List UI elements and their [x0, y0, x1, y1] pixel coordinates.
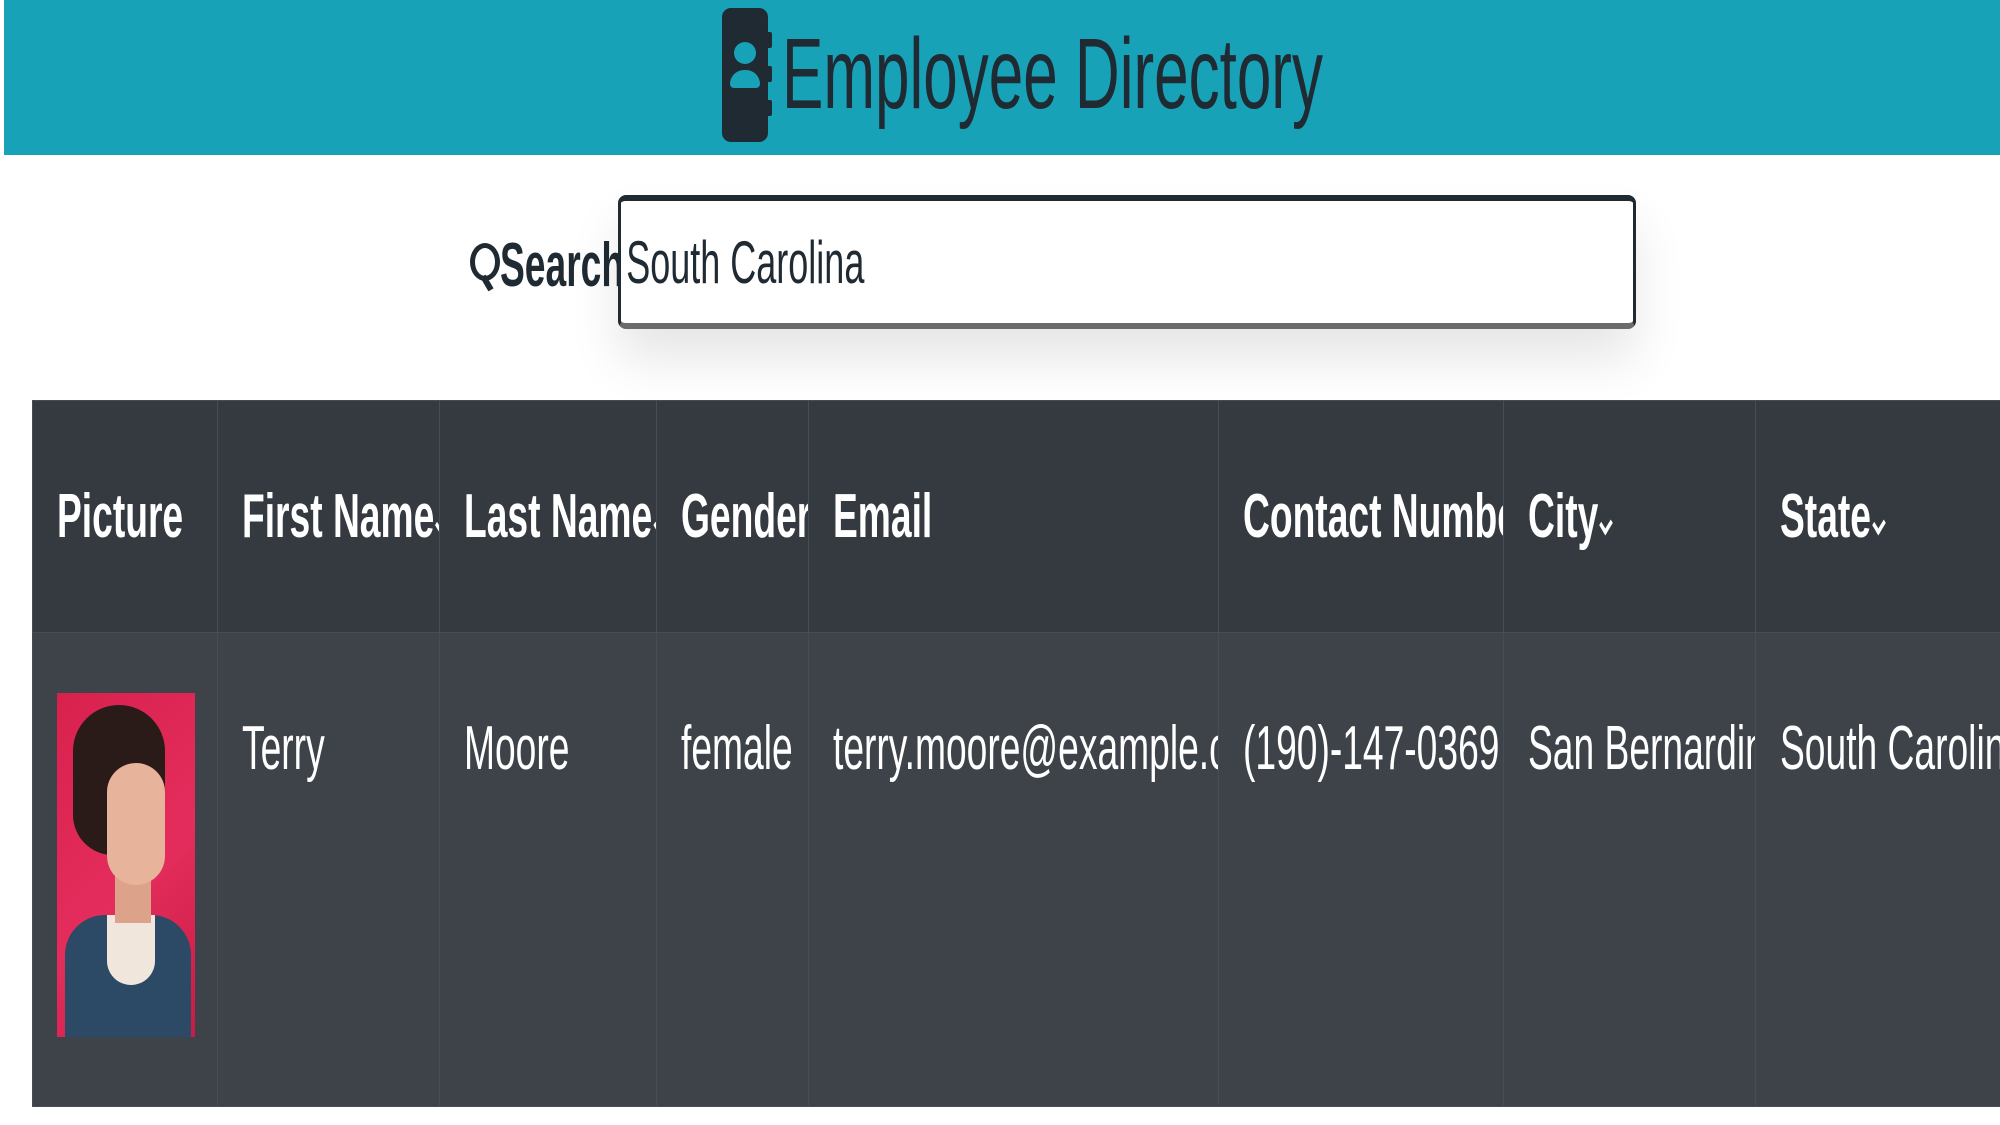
column-header-picture: Picture: [32, 400, 218, 633]
sort-chevron-icon[interactable]: [1872, 513, 1886, 537]
column-header-state[interactable]: State: [1755, 400, 2000, 633]
search-icon: [468, 241, 500, 292]
search-input[interactable]: [625, 226, 1230, 298]
sort-chevron-icon[interactable]: [435, 513, 438, 537]
first-name-cell: Terry: [217, 632, 440, 1107]
city-cell: San Bernardino: [1503, 632, 1756, 1107]
column-header-contact-number: Contact Number: [1218, 400, 1504, 633]
state-cell: South Carolina: [1755, 632, 2000, 1107]
last-name-cell: Moore: [439, 632, 657, 1107]
contact-number-cell: (190)-147-0369: [1218, 632, 1504, 1107]
header-bar: Employee Directory: [4, 0, 2000, 155]
employee-photo: [57, 693, 195, 1037]
column-header-city[interactable]: City: [1503, 400, 1756, 633]
table-header-row: Picture First Name Last Name Gender Emai…: [32, 400, 2000, 633]
page-title-text: Employee Directory: [782, 18, 1323, 130]
search-row: Search:: [468, 190, 636, 340]
gender-cell: female: [656, 632, 809, 1107]
sort-chevron-icon[interactable]: [1599, 513, 1613, 537]
column-header-email: Email: [808, 400, 1219, 633]
table-row: Terry Moore female terry.moore@example.c…: [32, 632, 2000, 1107]
employee-table: Picture First Name Last Name Gender Emai…: [32, 400, 2000, 1107]
email-cell: terry.moore@example.com: [808, 632, 1219, 1107]
column-header-gender: Gender: [656, 400, 809, 633]
search-input-wrapper[interactable]: [618, 195, 1636, 329]
address-book-icon: [722, 7, 772, 142]
column-header-last-name[interactable]: Last Name: [439, 400, 657, 633]
page-title: Employee Directory: [722, 7, 1323, 142]
column-header-first-name[interactable]: First Name: [217, 400, 440, 633]
picture-cell: [32, 632, 218, 1107]
search-label: Search:: [468, 190, 636, 340]
